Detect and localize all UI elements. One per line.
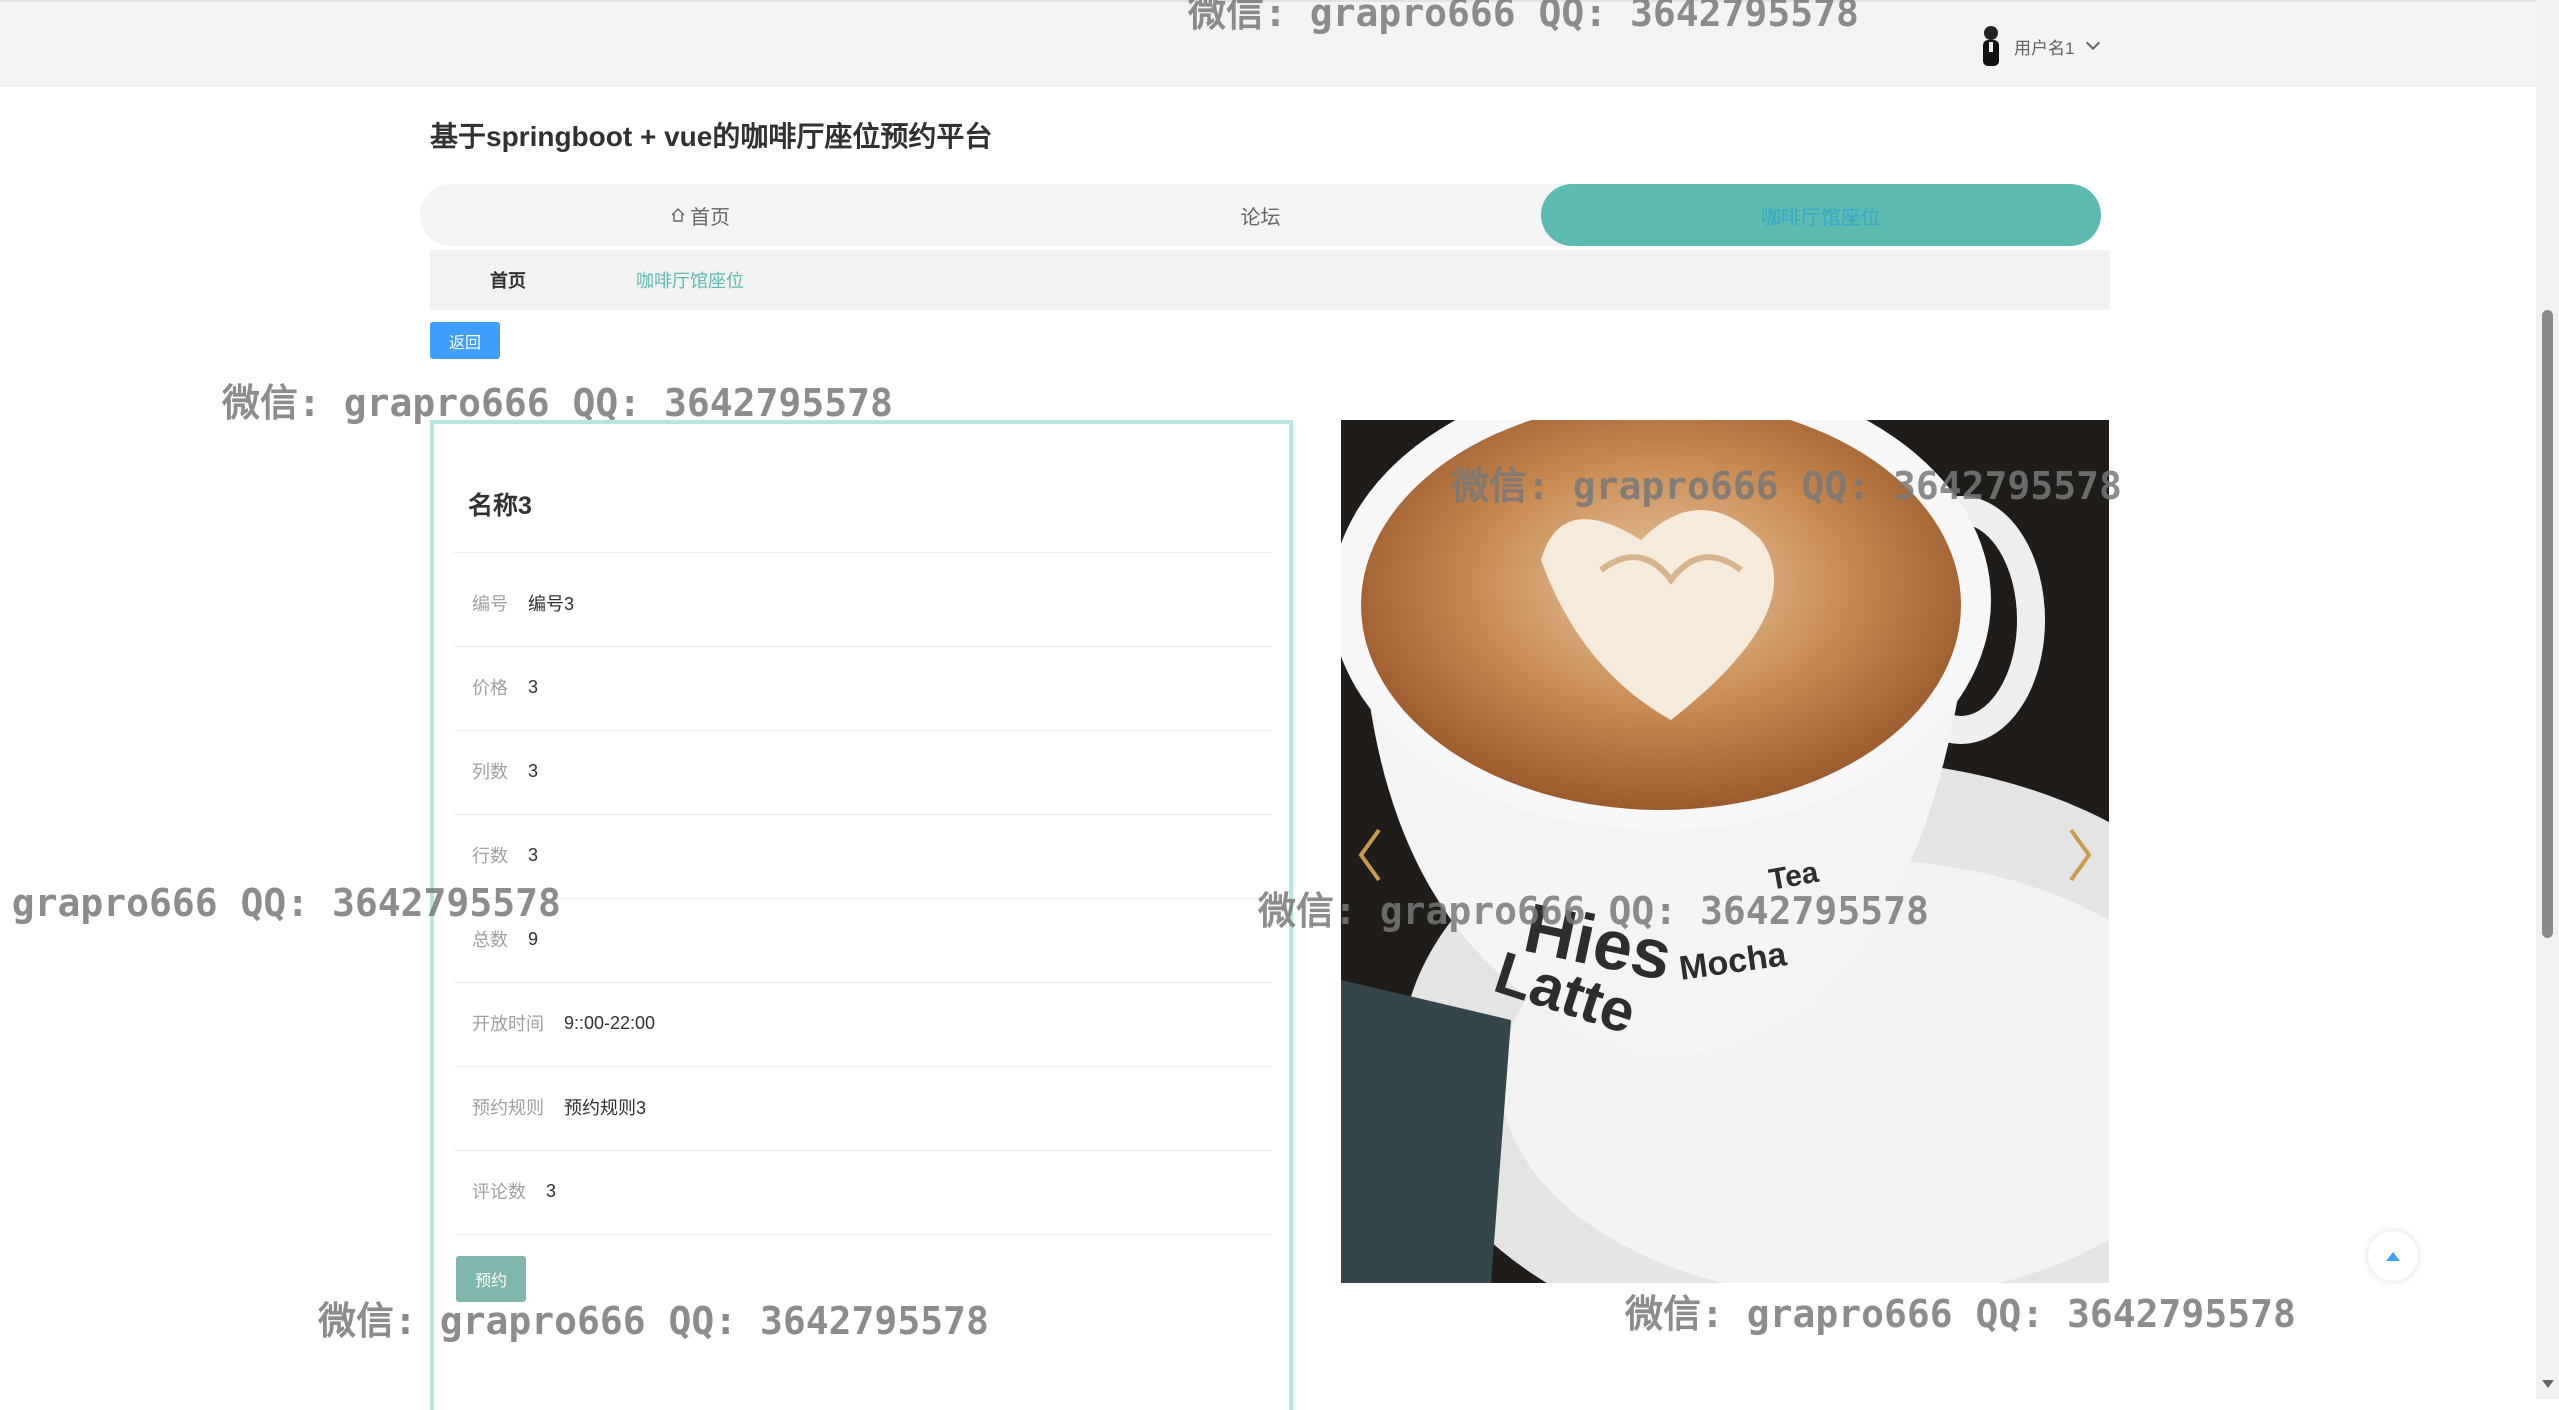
caret-up-icon <box>2386 1251 2400 1261</box>
field-value: 3 <box>528 760 539 781</box>
watermark: 微信: grapro666 QQ: 3642795578 <box>222 381 893 425</box>
divider <box>454 646 1272 647</box>
field-label: 价格 <box>472 678 508 698</box>
watermark: 微信: grapro666 QQ: 3642795578 <box>0 881 561 925</box>
chevron-down-icon[interactable] <box>2086 35 2101 51</box>
field-value: 9::00-22:00 <box>564 1012 656 1033</box>
field-label: 预约规则 <box>472 1098 544 1118</box>
field-row: 评论数 3 <box>472 1176 556 1206</box>
field-label: 列数 <box>472 762 508 782</box>
field-value: 9 <box>528 928 539 949</box>
field-row: 总数 9 <box>472 924 538 954</box>
field-value: 3 <box>528 844 539 865</box>
nav-home-label: 首页 <box>690 206 731 229</box>
breadcrumb: 首页 咖啡厅馆座位 <box>430 250 2110 310</box>
coffee-latte-art-photo: Hies Latte Mocha Tea <box>1341 420 2109 1283</box>
divider <box>454 1150 1272 1151</box>
user-menu[interactable]: 用户名1 <box>1978 24 2536 68</box>
field-label: 总数 <box>472 930 508 950</box>
divider <box>454 1066 1272 1067</box>
field-label: 行数 <box>472 846 508 866</box>
breadcrumb-home[interactable]: 首页 <box>490 267 526 293</box>
field-value: 编号3 <box>528 594 575 614</box>
field-value: 预约规则3 <box>564 1098 647 1118</box>
nav-home[interactable]: 首页 <box>420 184 980 246</box>
back-button[interactable]: 返回 <box>430 322 500 359</box>
field-row: 行数 3 <box>472 840 538 870</box>
field-row: 价格 3 <box>472 672 538 702</box>
watermark: 微信: grapro666 QQ: 3642795578 <box>1625 1292 2296 1336</box>
chevron-right-icon[interactable] <box>2059 820 2099 890</box>
divider <box>454 982 1272 983</box>
divider <box>454 552 1272 553</box>
scrollbar[interactable] <box>2536 0 2559 1399</box>
nav-forum[interactable]: 论坛 <box>980 184 1540 246</box>
field-row: 编号 编号3 <box>472 588 574 618</box>
username[interactable]: 用户名1 <box>2014 34 2074 59</box>
divider <box>454 898 1272 899</box>
watermark: 微信: grapro666 QQ: 3642795578 <box>1451 464 2122 508</box>
field-row: 预约规则 预约规则3 <box>472 1092 646 1122</box>
field-row: 开放时间 9::00-22:00 <box>472 1008 655 1038</box>
divider <box>454 814 1272 815</box>
home-icon <box>671 208 685 222</box>
page-title: 基于springboot + vue的咖啡厅座位预约平台 <box>430 121 993 152</box>
field-row: 列数 3 <box>472 756 538 786</box>
divider <box>454 730 1272 731</box>
field-label: 评论数 <box>472 1182 526 1202</box>
field-label: 开放时间 <box>472 1014 544 1034</box>
scroll-down-icon[interactable] <box>2542 1380 2554 1388</box>
image-carousel: Hies Latte Mocha Tea <box>1341 420 2109 1283</box>
watermark: 微信: grapro666 QQ: 3642795578 <box>318 1299 989 1343</box>
breadcrumb-current: 咖啡厅馆座位 <box>636 271 744 291</box>
field-label: 编号 <box>472 594 508 614</box>
nav-forum-label: 论坛 <box>1240 206 1281 229</box>
divider <box>454 1234 1272 1235</box>
nav-cafe-seats[interactable]: 咖啡厅馆座位 <box>1540 184 2101 246</box>
back-to-top-button[interactable] <box>2368 1231 2418 1281</box>
field-value: 3 <box>528 676 539 697</box>
detail-title: 名称3 <box>468 492 532 520</box>
scroll-thumb[interactable] <box>2542 310 2553 938</box>
avatar <box>1983 26 1999 66</box>
watermark: 微信: grapro666 QQ: 3642795578 <box>1258 889 1929 933</box>
nav-cafe-seats-label: 咖啡厅馆座位 <box>1760 206 1881 229</box>
field-value: 3 <box>546 1180 557 1201</box>
main-nav: 首页 论坛 咖啡厅馆座位 <box>420 184 2101 246</box>
watermark: 微信: grapro666 QQ: 3642795578 <box>1188 0 1859 35</box>
